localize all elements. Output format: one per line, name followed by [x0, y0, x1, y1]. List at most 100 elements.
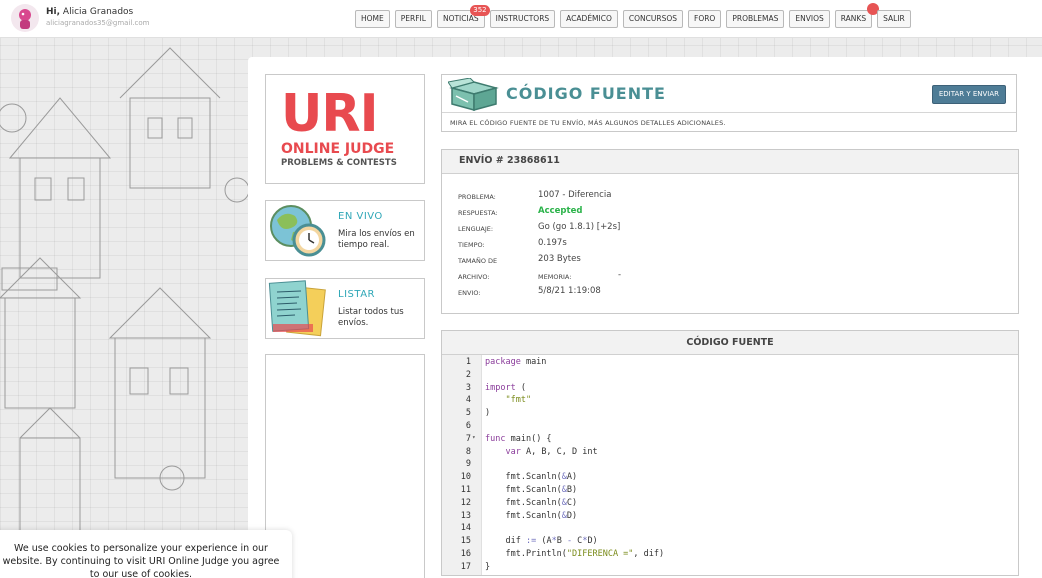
submission-heading: ENVÍO # 23868611 — [442, 150, 1018, 174]
code-line: 10 fmt.Scanln(&A) — [442, 472, 1018, 485]
nav-ranks[interactable]: RANKS — [834, 3, 880, 28]
problem-value[interactable]: 1007 - Diferencia — [538, 190, 611, 200]
line-number: 9 — [465, 459, 471, 470]
nav-academico[interactable]: ACADÉMICO — [560, 10, 618, 28]
edit-and-submit-button[interactable]: EDITAR Y ENVIAR — [931, 85, 1006, 104]
line-number: 6 — [465, 421, 471, 431]
page-subtitle: MIRA EL CÓDIGO FUENTE DE TU ENVÍO, MÁS A… — [450, 119, 726, 127]
line-number: 17 — [460, 561, 471, 572]
houses-illustration-left — [0, 47, 248, 549]
uri-logo[interactable]: URI ONLINE JUDGE PROBLEMS & CONTESTS — [265, 74, 425, 184]
problem-label: PROBLEMA: — [458, 193, 496, 201]
submission-card: ENVÍO # 23868611 PROBLEMA: 1007 - Difere… — [441, 149, 1019, 314]
language-value: Go (go 1.8.1) [+2s] — [538, 222, 621, 232]
code-text: import ( — [485, 382, 526, 393]
cookie-notice: We use cookies to personalize your exper… — [0, 530, 292, 578]
size-value: 203 Bytes — [538, 254, 581, 264]
line-number: 1 — [465, 357, 471, 367]
code-line: 16 fmt.Println("DIFERENCA =", dif) — [442, 549, 1018, 562]
code-text: fmt.Scanln(&C) — [485, 497, 578, 508]
code-line: 3 import ( — [442, 383, 1018, 396]
answer-value: Accepted — [538, 206, 583, 216]
nav-perfil[interactable]: PERFIL — [394, 10, 432, 28]
code-line: 13 fmt.Scanln(&D) — [442, 511, 1018, 524]
line-number: 2 — [465, 369, 471, 380]
code-line: 9 — [442, 459, 1018, 472]
code-line: 14 — [442, 523, 1018, 536]
top-bar: Hi, Alicia Granados aliciagranados35@gma… — [0, 0, 1042, 38]
code-line: 8 var A, B, C, D int — [442, 447, 1018, 460]
code-text: fmt.Scanln(&B) — [485, 485, 578, 495]
size-label: TAMAÑO DE — [458, 257, 498, 265]
code-text: } — [485, 561, 491, 572]
list-papers-icon — [268, 280, 326, 337]
page-title: CÓDIGO FUENTE — [506, 84, 666, 103]
nav-instructors[interactable]: INSTRUCTORS — [489, 10, 556, 28]
live-title: EN VIVO — [338, 211, 383, 222]
code-text: var A, B, C, D int — [505, 446, 598, 457]
answer-label: RESPUESTA: — [458, 209, 498, 217]
code-line: 2 — [442, 370, 1018, 383]
code-text: fmt.Println("DIFERENCA =", dif) — [485, 549, 665, 559]
user-name[interactable]: Alicia Granados — [63, 7, 133, 17]
code-text: func main() { — [485, 433, 552, 444]
logo-online-judge: ONLINE JUDGE — [281, 141, 395, 157]
time-label: TIEMPO: — [458, 241, 485, 249]
code-line: 4 "fmt" — [442, 395, 1018, 408]
line-number: 14 — [460, 523, 471, 534]
code-editor[interactable]: 1 package main 2 3 import (4 "fmt" 5) 6 7 ▾ func … — [442, 355, 1018, 575]
logo-problems-contests: PROBLEMS & CONTESTS — [281, 158, 397, 168]
code-line: 6 — [442, 421, 1018, 434]
nav-foro[interactable]: FORO — [688, 10, 722, 28]
nav-noticias[interactable]: NOTICIAS 352 — [436, 5, 490, 28]
line-number: 3 — [465, 382, 471, 393]
line-number: 13 — [460, 510, 471, 521]
main-nav: HOME PERFIL NOTICIAS 352 INSTRUCTORS ACAD… — [355, 3, 911, 28]
code-line: 17} — [442, 562, 1018, 575]
code-text: fmt.Scanln(&D) — [485, 510, 578, 521]
line-number: 10 — [460, 472, 471, 483]
nav-salir[interactable]: SALIR — [877, 10, 911, 28]
code-text: package main — [485, 357, 547, 367]
main-content: URI ONLINE JUDGE PROBLEMS & CONTESTS EN … — [248, 57, 1042, 578]
line-number: 16 — [460, 549, 471, 559]
notifications-badge: 352 — [470, 5, 490, 16]
sent-label: ENVIO: — [458, 289, 481, 297]
nav-problemas[interactable]: PROBLEMAS — [726, 10, 785, 28]
code-line: 5) — [442, 408, 1018, 421]
list-title: LISTAR — [338, 289, 375, 300]
line-number: 8 — [465, 446, 471, 457]
source-code-card: CÓDIGO FUENTE 1 package main 2 3 import (4 "… — [441, 330, 1019, 576]
logo-uri-text: URI — [280, 84, 379, 144]
nav-home[interactable]: HOME — [355, 10, 390, 28]
open-box-icon — [448, 78, 499, 111]
code-line: 15 dif := (A*B - C*D) — [442, 536, 1018, 549]
live-description: Mira los envíos en tiempo real. — [338, 229, 415, 250]
code-line: 1 package main — [442, 357, 1018, 370]
fold-arrow-icon[interactable]: ▾ — [472, 434, 476, 441]
user-greeting: Hi, Alicia Granados — [46, 7, 134, 17]
sent-value: 5/8/21 1:19:08 — [538, 286, 601, 296]
nav-concursos[interactable]: CONCURSOS — [622, 10, 683, 28]
avatar-icon — [19, 9, 31, 29]
user-email: aliciagranados35@gmail.com — [46, 19, 150, 27]
code-text: ) — [485, 408, 491, 419]
file-label: ARCHIVO: — [458, 273, 490, 281]
user-avatar[interactable] — [11, 4, 39, 32]
line-number: 5 — [465, 408, 471, 419]
code-line: 12 fmt.Scanln(&C) — [442, 498, 1018, 511]
memory-value: - — [618, 270, 622, 280]
list-card[interactable]: LISTAR Listar todos tus envíos. — [265, 278, 425, 339]
memory-label: MEMORIA: — [538, 273, 572, 281]
language-label: LENGUAJE: — [458, 225, 494, 233]
list-description: Listar todos tus envíos. — [338, 307, 404, 328]
line-number: 15 — [460, 536, 471, 547]
source-header-top: CÓDIGO FUENTE EDITAR Y ENVIAR — [442, 75, 1016, 113]
nav-envios[interactable]: ENVIOS — [789, 10, 830, 28]
live-card[interactable]: EN VIVO Mira los envíos en tiempo real. — [265, 200, 425, 261]
line-number: 12 — [460, 497, 471, 508]
line-number: 4 — [465, 395, 471, 406]
source-header-card: CÓDIGO FUENTE EDITAR Y ENVIAR MIRA EL CÓ… — [441, 74, 1017, 132]
code-text: fmt.Scanln(&A) — [485, 472, 578, 483]
nav-ranks-label: RANKS — [840, 14, 867, 23]
